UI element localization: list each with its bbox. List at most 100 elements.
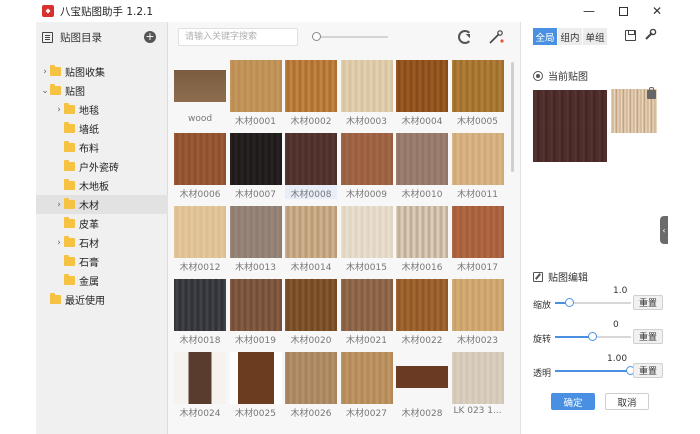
reset-button[interactable]: 重置 xyxy=(633,295,663,310)
texture-tile[interactable]: 木材0006 xyxy=(174,133,226,200)
texture-tile[interactable]: 木材0027 xyxy=(340,352,393,419)
texture-tile[interactable]: 木材0001 xyxy=(229,60,282,127)
texture-thumbnail[interactable] xyxy=(285,279,337,331)
texture-thumbnail[interactable] xyxy=(285,60,337,112)
texture-thumbnail[interactable] xyxy=(174,70,226,102)
texture-tile[interactable]: 木材0004 xyxy=(396,60,448,127)
confirm-button[interactable]: 确定 xyxy=(551,393,595,410)
texture-tile[interactable]: 木材0003 xyxy=(340,60,393,127)
texture-thumbnail[interactable] xyxy=(229,60,282,112)
texture-tile[interactable]: 木材0018 xyxy=(174,279,226,346)
texture-thumbnail[interactable] xyxy=(340,206,393,258)
sidebar-item[interactable]: 皮革 xyxy=(36,214,168,233)
texture-thumbnail[interactable] xyxy=(340,279,393,331)
texture-tile[interactable]: 木材0023 xyxy=(451,279,504,346)
sidebar-item[interactable]: 石膏 xyxy=(36,252,168,271)
texture-thumbnail[interactable] xyxy=(174,352,226,404)
texture-tile[interactable]: 木材0011 xyxy=(451,133,504,200)
expand-caret-icon[interactable]: › xyxy=(40,67,50,77)
texture-thumbnail[interactable] xyxy=(229,279,282,331)
color-picker-icon[interactable] xyxy=(488,29,504,45)
control-slider[interactable] xyxy=(555,366,635,375)
texture-tile[interactable]: 木材0017 xyxy=(451,206,504,273)
control-slider[interactable] xyxy=(555,332,631,341)
texture-thumbnail[interactable] xyxy=(451,279,504,331)
cancel-button[interactable]: 取消 xyxy=(605,393,649,410)
texture-thumbnail[interactable] xyxy=(340,133,393,185)
texture-thumbnail[interactable] xyxy=(340,352,393,404)
close-button[interactable]: ✕ xyxy=(640,0,674,22)
sidebar-item[interactable]: › 地毯 xyxy=(36,100,168,119)
texture-tile[interactable]: 木材0019 xyxy=(229,279,282,346)
sidebar-item[interactable]: 墙纸 xyxy=(36,119,168,138)
sidebar-item[interactable]: 木地板 xyxy=(36,176,168,195)
texture-tile[interactable]: 木材0015 xyxy=(340,206,393,273)
sidebar-item[interactable]: 布料 xyxy=(36,138,168,157)
control-slider[interactable] xyxy=(555,298,631,307)
texture-thumbnail[interactable] xyxy=(396,133,448,185)
texture-thumbnail[interactable] xyxy=(174,133,226,185)
texture-tile[interactable]: 木材0007 xyxy=(229,133,282,200)
texture-thumbnail[interactable] xyxy=(285,352,337,404)
texture-tile[interactable]: 木材0010 xyxy=(396,133,448,200)
texture-thumbnail[interactable] xyxy=(285,206,337,258)
expand-caret-icon[interactable]: ⌄ xyxy=(40,86,50,96)
reset-button[interactable]: 重置 xyxy=(633,329,663,344)
sidebar-item[interactable]: 金属 xyxy=(36,271,168,290)
texture-tile[interactable]: 木材0025 xyxy=(229,352,282,419)
refresh-icon[interactable] xyxy=(458,30,472,44)
texture-thumbnail[interactable] xyxy=(451,60,504,112)
texture-tile[interactable]: 木材0028 xyxy=(396,352,448,419)
add-folder-button[interactable]: + xyxy=(144,31,156,43)
sidebar-item[interactable]: 最近使用 xyxy=(36,290,168,309)
texture-tile[interactable]: 木材0016 xyxy=(396,206,448,273)
tab-single-group[interactable]: 单组 xyxy=(583,28,607,45)
texture-tile[interactable]: 木材0002 xyxy=(285,60,337,127)
texture-thumbnail[interactable] xyxy=(396,60,448,112)
texture-thumbnail[interactable] xyxy=(229,206,282,258)
lock-icon[interactable] xyxy=(647,87,656,99)
texture-tile[interactable]: 木材0020 xyxy=(285,279,337,346)
texture-thumbnail[interactable] xyxy=(229,352,282,404)
expand-caret-icon[interactable]: › xyxy=(54,105,64,115)
texture-tile[interactable]: 木材0009 xyxy=(340,133,393,200)
texture-tile[interactable]: 木材0022 xyxy=(396,279,448,346)
texture-tile[interactable]: wood xyxy=(174,60,226,126)
sidebar-item[interactable]: › 石材 xyxy=(36,233,168,252)
maximize-button[interactable] xyxy=(606,0,640,22)
expand-caret-icon[interactable]: › xyxy=(54,238,64,248)
minimize-button[interactable]: — xyxy=(572,0,606,22)
texture-tile[interactable]: LK 023 1... xyxy=(451,352,504,418)
texture-tile[interactable]: 木材0012 xyxy=(174,206,226,273)
slider-knob[interactable] xyxy=(588,332,597,341)
texture-tile[interactable]: 木材0026 xyxy=(285,352,337,419)
texture-tile[interactable]: 木材0008 xyxy=(285,133,337,200)
texture-thumbnail[interactable] xyxy=(174,279,226,331)
texture-thumbnail[interactable] xyxy=(396,366,448,388)
sidebar-item[interactable]: › 木材 xyxy=(36,195,168,214)
texture-tile[interactable]: 木材0013 xyxy=(229,206,282,273)
tab-global[interactable]: 全局 xyxy=(533,28,557,45)
texture-tile[interactable]: 木材0024 xyxy=(174,352,226,419)
search-input[interactable]: 请输入关键字搜索 xyxy=(178,28,298,46)
thumbnail-size-knob[interactable] xyxy=(312,32,321,41)
sidebar-item[interactable]: › 贴图收集 xyxy=(36,62,168,81)
grid-scrollbar[interactable] xyxy=(511,62,514,172)
texture-thumbnail[interactable] xyxy=(285,133,337,185)
texture-thumbnail[interactable] xyxy=(451,133,504,185)
thumbnail-size-slider[interactable] xyxy=(314,36,388,38)
texture-thumbnail[interactable] xyxy=(451,352,504,404)
sidebar-item[interactable]: ⌄ 贴图 xyxy=(36,81,168,100)
texture-thumbnail[interactable] xyxy=(340,60,393,112)
texture-thumbnail[interactable] xyxy=(229,133,282,185)
texture-tile[interactable]: 木材0005 xyxy=(451,60,504,127)
texture-thumbnail[interactable] xyxy=(396,206,448,258)
collapse-panel-button[interactable]: ‹ xyxy=(660,216,668,244)
texture-thumbnail[interactable] xyxy=(174,206,226,258)
texture-tile[interactable]: 木材0021 xyxy=(340,279,393,346)
texture-thumbnail[interactable] xyxy=(396,279,448,331)
sidebar-item[interactable]: 户外瓷砖 xyxy=(36,157,168,176)
texture-thumbnail[interactable] xyxy=(451,206,504,258)
wrench-icon[interactable] xyxy=(643,28,657,42)
slider-knob[interactable] xyxy=(565,298,575,307)
